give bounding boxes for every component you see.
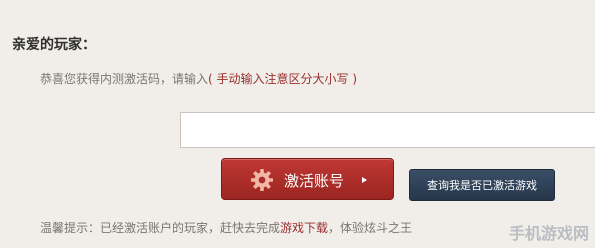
site-watermark: 手机游戏网 (508, 224, 589, 243)
check-activation-button[interactable]: 查询我是否已激活游戏 (409, 169, 555, 201)
activate-account-button[interactable]: 激活账号 (221, 158, 394, 200)
tip-prefix: 温馨提示：已经激活账户的玩家，赶快去完成 (40, 221, 281, 235)
greeting-title: 亲爱的玩家： (12, 37, 96, 53)
tip-suffix: ，体验炫斗之王 (328, 221, 413, 235)
case-sensitive-hint: ( 手动输入注意区分大小写 ) (208, 72, 358, 86)
arrow-right-icon (362, 177, 367, 183)
intro-message: 恭喜您获得内测激活码，请输入 (40, 72, 209, 86)
activate-account-label: 激活账号 (284, 172, 345, 190)
intro-text: 恭喜您获得内测激活码，请输入( 手动输入注意区分大小写 ) (40, 70, 357, 87)
tip-text: 温馨提示：已经激活账户的玩家，赶快去完成游戏下载，体验炫斗之王 (40, 219, 412, 236)
gear-icon (251, 169, 273, 191)
game-download-link[interactable]: 游戏下载 (280, 221, 328, 235)
activation-code-input[interactable] (180, 112, 595, 148)
